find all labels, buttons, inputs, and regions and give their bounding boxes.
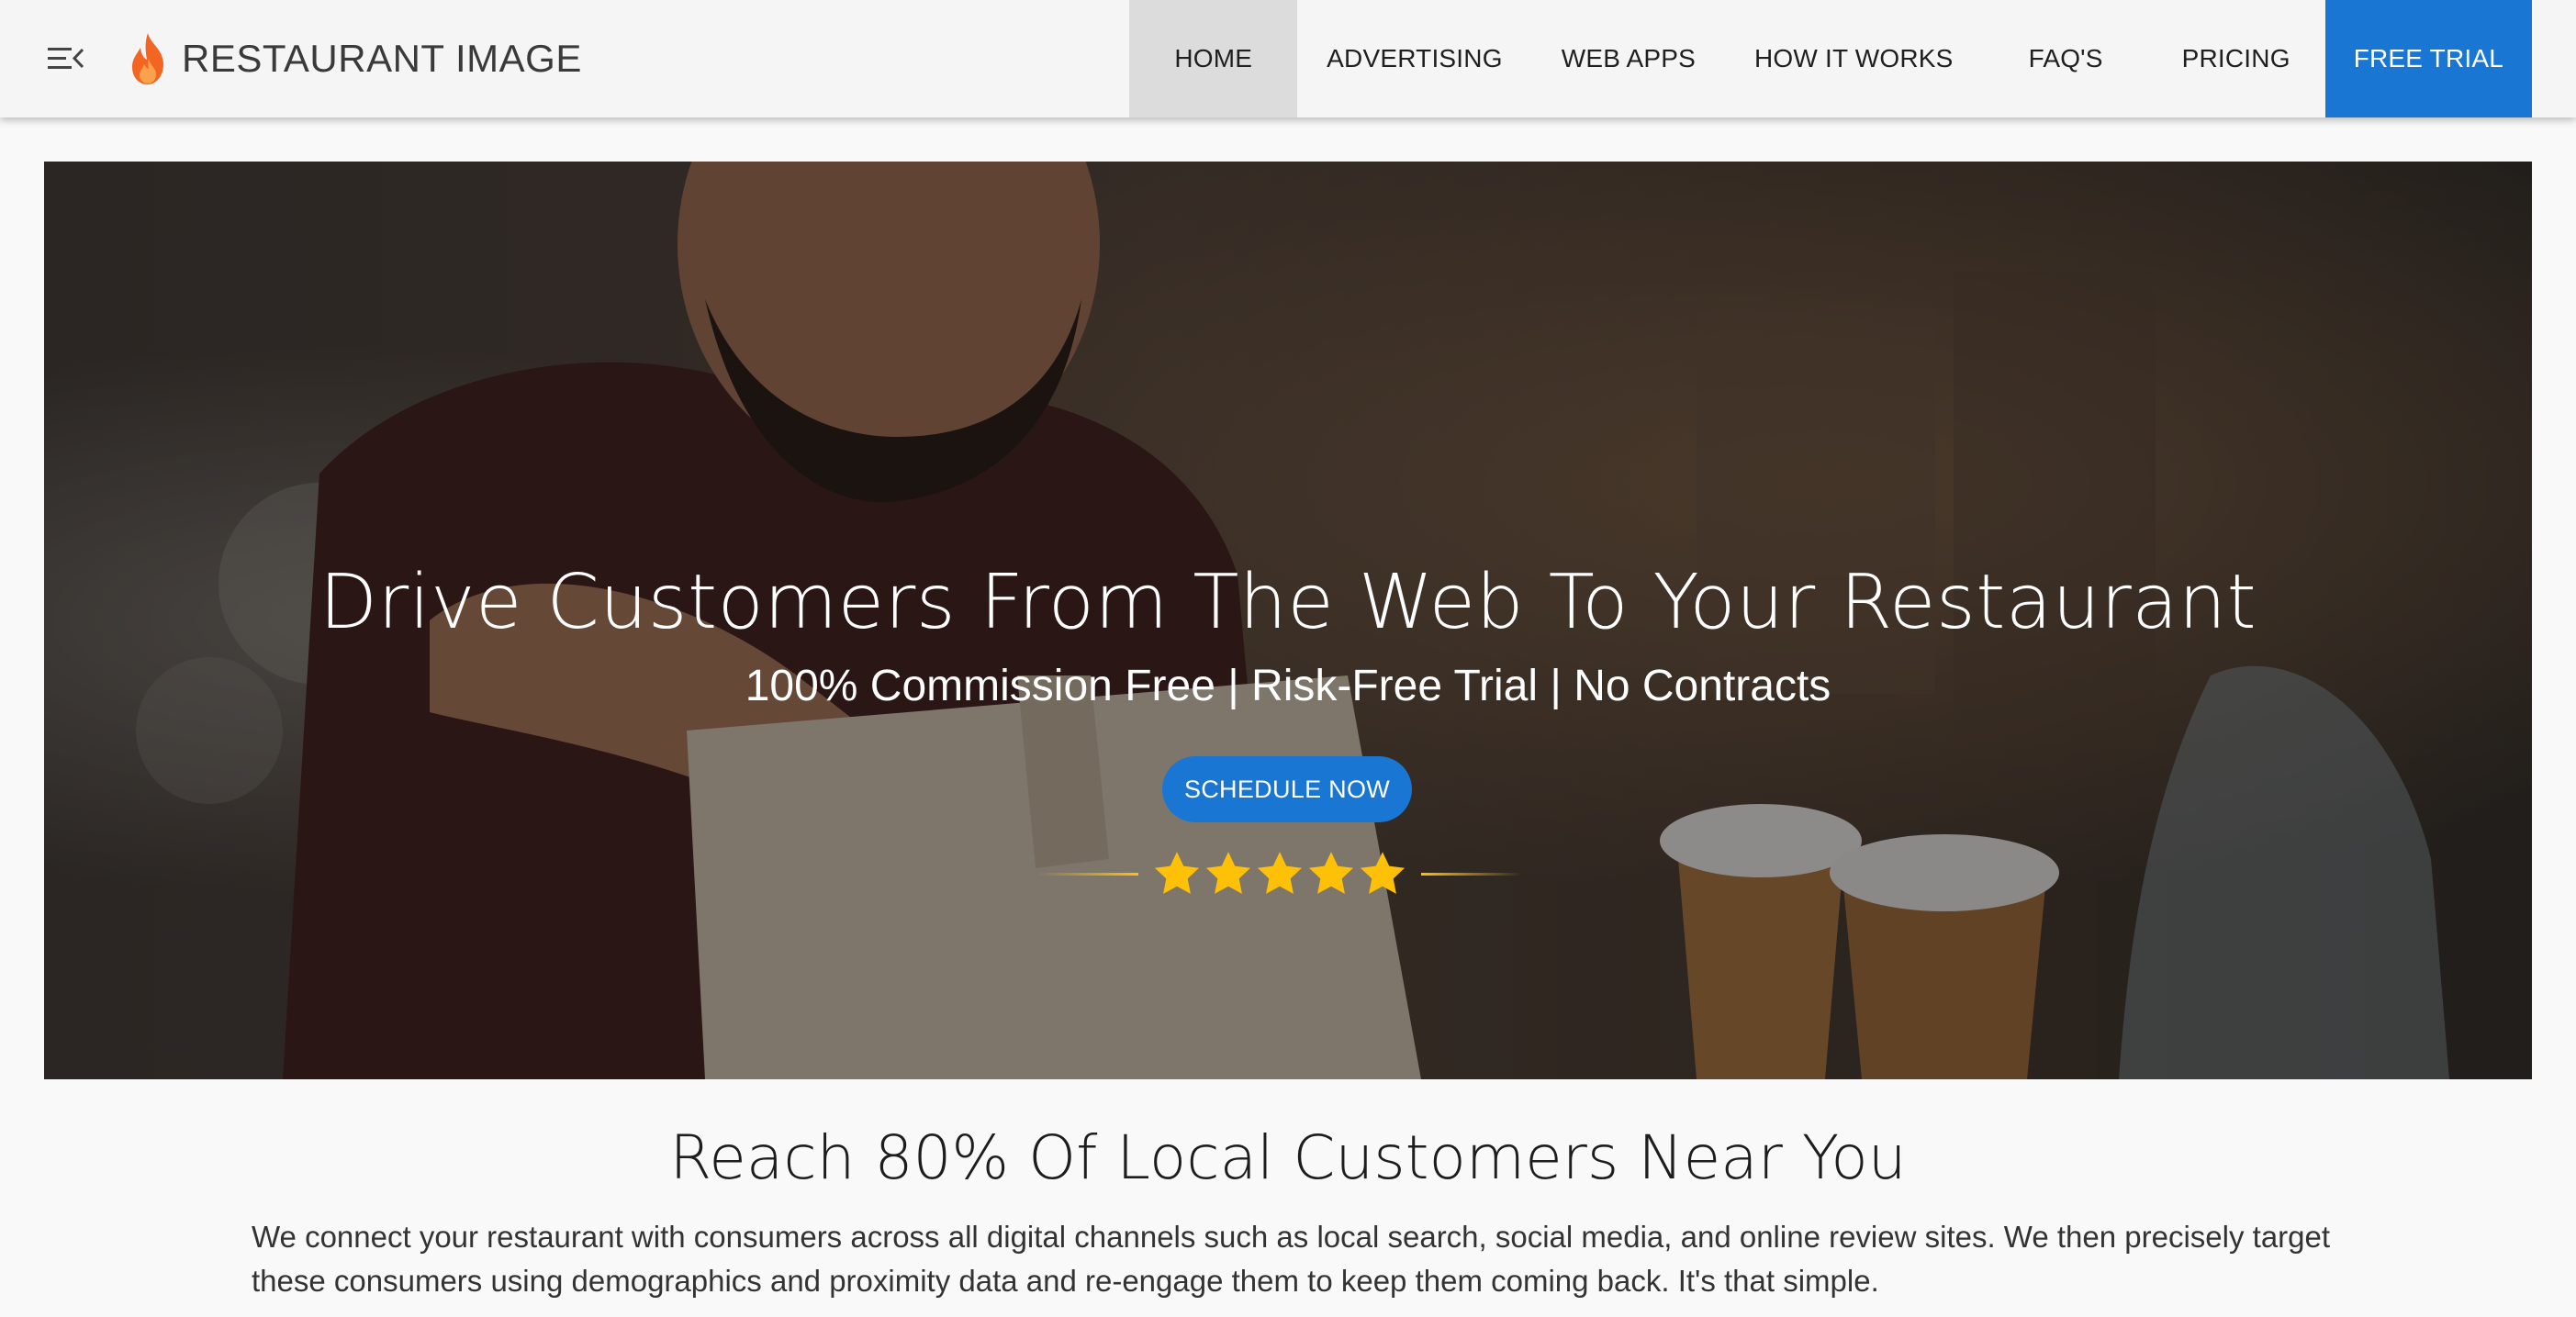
hero-title: Drive Customers From The Web To Your Res… xyxy=(319,559,2257,646)
rating-divider-left xyxy=(1037,872,1138,876)
star-icon xyxy=(1205,852,1251,894)
section-description: We connect your restaurant with consumer… xyxy=(252,1220,2331,1298)
menu-collapse-icon[interactable] xyxy=(46,40,84,77)
hero-subtitle: 100% Commission Free | Risk-Free Trial |… xyxy=(745,662,1831,710)
star-icon xyxy=(1308,852,1354,894)
nav-faqs[interactable]: FAQ'S xyxy=(1983,0,2149,117)
schedule-now-button[interactable]: SCHEDULE NOW xyxy=(1162,756,1412,822)
star-icon xyxy=(1360,852,1406,894)
rating-divider-right xyxy=(1421,872,1522,876)
brand-name: RESTAURANT IMAGE xyxy=(182,37,582,80)
hero-banner: Drive Customers From The Web To Your Res… xyxy=(44,162,2532,1079)
star-rating xyxy=(1037,846,1539,901)
section-heading: Reach 80% Of Local Customers Near You xyxy=(669,1122,1907,1193)
free-trial-button[interactable]: FREE TRIAL xyxy=(2324,0,2532,117)
rating-stars xyxy=(1151,848,1408,899)
nav-web-apps[interactable]: WEB APPS xyxy=(1532,0,1725,117)
star-icon xyxy=(1154,852,1200,894)
star-icon xyxy=(1257,852,1303,894)
nav-advertising[interactable]: ADVERTISING xyxy=(1297,0,1532,117)
flame-icon xyxy=(132,33,163,84)
nav-home[interactable]: HOME xyxy=(1129,0,1298,117)
top-app-bar: RESTAURANT IMAGE HOME ADVERTISING WEB AP… xyxy=(0,0,2576,117)
nav-how-it-works[interactable]: HOW IT WORKS xyxy=(1725,0,1983,117)
nav-pricing[interactable]: PRICING xyxy=(2149,0,2324,117)
main-navigation: HOME ADVERTISING WEB APPS HOW IT WORKS F… xyxy=(1129,0,2532,117)
brand-logo-link[interactable]: RESTAURANT IMAGE xyxy=(127,26,582,92)
